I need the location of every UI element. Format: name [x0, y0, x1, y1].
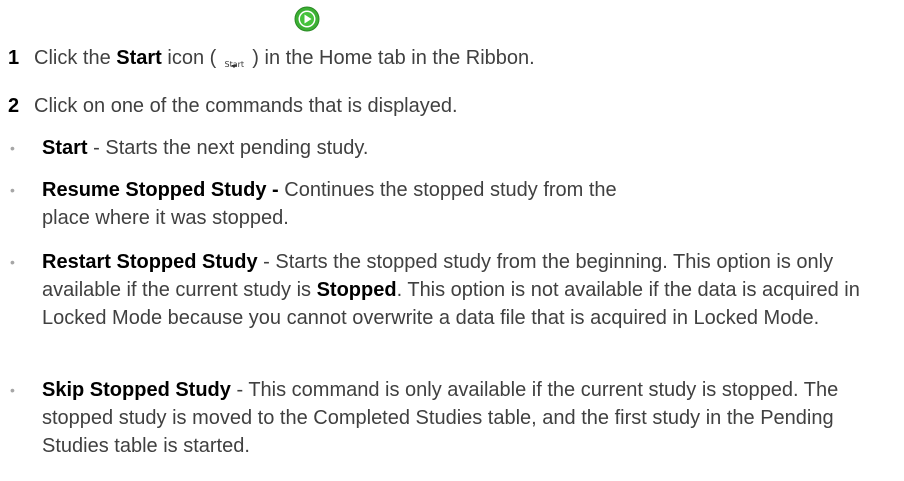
start-keyword: Start	[116, 47, 162, 69]
step-text: Click the Start icon (Start) in the Home…	[34, 44, 535, 72]
bullet-icon: •	[10, 254, 15, 270]
start-ribbon-button: Start	[217, 44, 251, 70]
step-number: 2	[8, 95, 20, 117]
bullet-icon: •	[10, 182, 15, 198]
step-text: Click on one of the commands that is dis…	[34, 95, 458, 117]
step-1: 1 Click the Start icon (Start) in the Ho…	[8, 44, 535, 72]
list-item-resume-stopped-study: • Resume Stopped Study - Continues the s…	[10, 176, 880, 232]
step-number: 1	[8, 47, 20, 69]
start-play-icon	[294, 6, 320, 32]
dropdown-arrow-icon	[231, 65, 238, 68]
list-item-start: • Start - Starts the next pending study.	[10, 134, 880, 162]
list-item-restart-stopped-study: • Restart Stopped Study - Starts the sto…	[10, 248, 880, 332]
bullet-icon: •	[10, 382, 15, 398]
step-2: 2 Click on one of the commands that is d…	[8, 92, 458, 120]
bullet-icon: •	[10, 140, 15, 156]
list-item-skip-stopped-study: • Skip Stopped Study - This command is o…	[10, 376, 880, 460]
